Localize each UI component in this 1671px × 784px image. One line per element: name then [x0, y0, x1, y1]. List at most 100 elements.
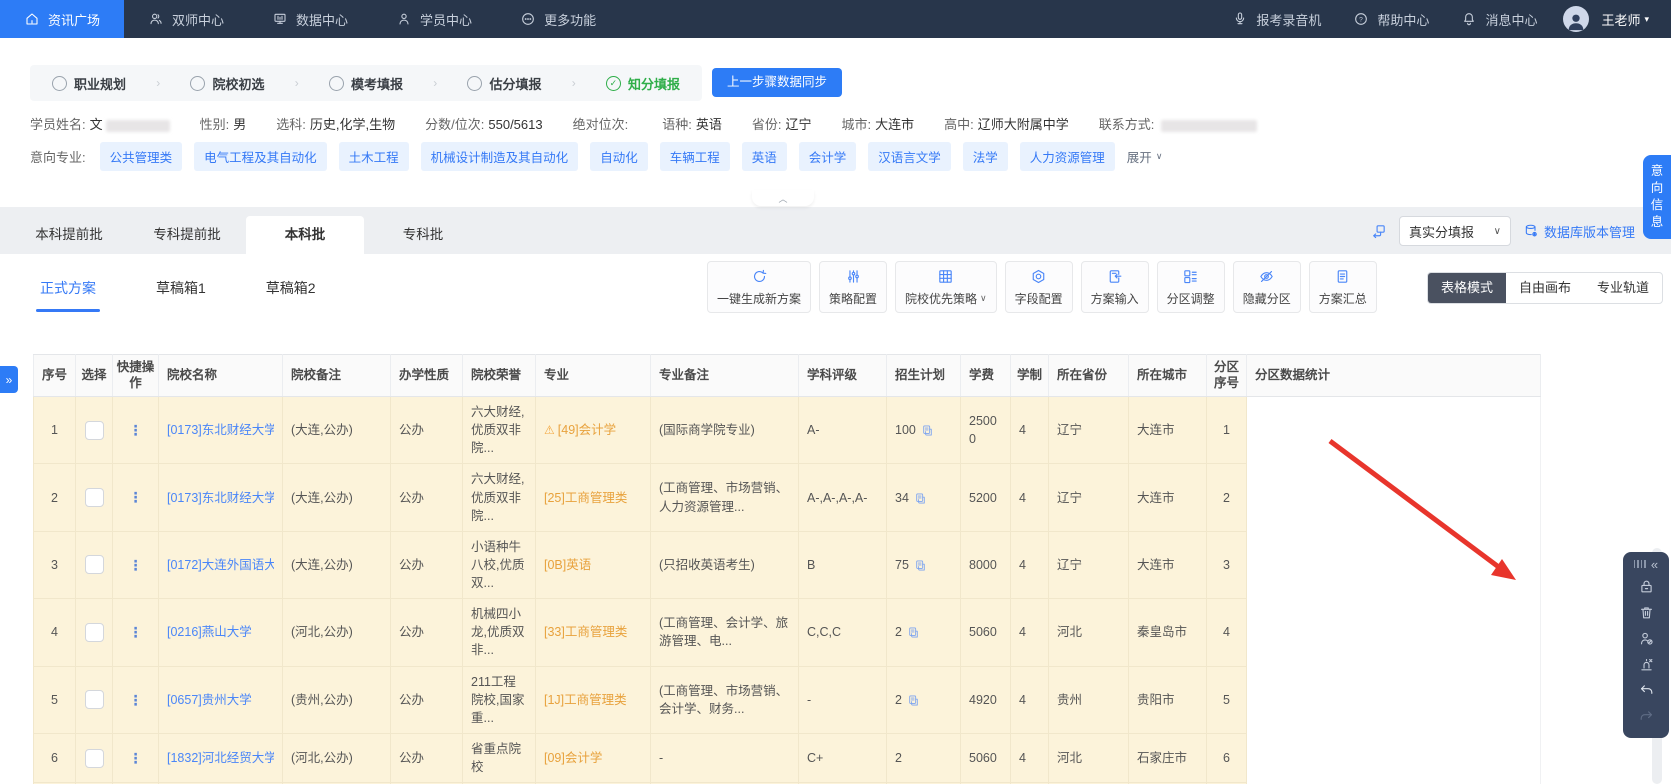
table-row: 5 ⋮ [0657]贵州大学 (贵州,公办) 公办 211工程院校,国家重...…: [33, 666, 1541, 734]
school-link[interactable]: [0173]东北财经大学: [167, 421, 274, 439]
school-link[interactable]: [0216]燕山大学: [167, 623, 274, 641]
sync-previous-step-button[interactable]: 上一步骤数据同步: [712, 68, 843, 97]
version-switch-icon[interactable]: [1370, 223, 1387, 240]
plan-detail-icon[interactable]: [907, 626, 920, 639]
plan-tab[interactable]: 正式方案: [36, 278, 100, 312]
step-career-planning[interactable]: 职业规划: [52, 74, 126, 93]
strategy-config-button[interactable]: 策略配置: [819, 261, 888, 313]
row-checkbox[interactable]: [84, 555, 104, 575]
hide-partition-button[interactable]: 隐藏分区: [1232, 261, 1301, 313]
plan-detail-icon[interactable]: [914, 492, 927, 505]
chevron-down-icon: ▾: [1644, 13, 1649, 24]
remove-user-button[interactable]: [1638, 625, 1655, 651]
view-mode-option[interactable]: 自由画布: [1506, 273, 1584, 303]
row-checkbox[interactable]: [84, 690, 104, 710]
row-actions-kebab[interactable]: ⋮: [129, 422, 143, 438]
mic-icon: [1236, 12, 1245, 25]
lock-button[interactable]: [1638, 573, 1655, 599]
plan-input-button[interactable]: 方案输入: [1080, 261, 1149, 313]
intent-info-tab[interactable]: 意向信息: [1643, 155, 1671, 239]
plan-summary-button[interactable]: 方案汇总: [1308, 261, 1377, 313]
row-actions-kebab[interactable]: ⋮: [129, 692, 143, 708]
major-tag[interactable]: 人力资源管理: [1019, 142, 1115, 171]
major-tag[interactable]: 机械设计制造及其自动化: [420, 142, 579, 171]
step-estimated-application[interactable]: 估分填报: [467, 74, 541, 93]
school-priority-strategy-button[interactable]: 院校优先策略 ∨: [895, 261, 997, 313]
nav-item-more[interactable]: 更多功能: [496, 0, 620, 38]
delete-button[interactable]: [1638, 599, 1655, 625]
major-tag[interactable]: 法学: [962, 142, 1008, 171]
view-mode-option[interactable]: 专业轨道: [1584, 273, 1662, 303]
generate-plan-button[interactable]: 一键生成新方案: [707, 261, 812, 313]
alarm-icon: [1640, 658, 1652, 670]
major-tag[interactable]: 英语: [741, 142, 787, 171]
nav-item-info-plaza[interactable]: 资讯广场: [0, 0, 125, 38]
batch-tab[interactable]: 专科批: [364, 216, 482, 254]
nav-item-dual-teacher[interactable]: 双师中心: [124, 0, 248, 38]
nav-item-recorder[interactable]: 报考录音机: [1216, 10, 1337, 29]
row-actions-kebab[interactable]: ⋮: [129, 557, 143, 573]
eye-off-icon: [1260, 270, 1273, 282]
batch-tab[interactable]: 本科批: [246, 216, 364, 254]
lock-icon: [1640, 580, 1652, 592]
plan-tab[interactable]: 草稿箱1: [156, 278, 206, 312]
step-school-preselect[interactable]: 院校初选: [190, 74, 265, 93]
row-seq: 4: [33, 598, 76, 667]
major-tag[interactable]: 车辆工程: [659, 142, 730, 171]
left-drawer-expand[interactable]: »: [0, 366, 18, 393]
major-link[interactable]: [49]会计学: [558, 423, 616, 437]
database-version-manage[interactable]: 数据库版本管理: [1523, 222, 1635, 241]
plan-detail-icon[interactable]: [921, 424, 934, 437]
batch-tab[interactable]: 专科提前批: [128, 216, 246, 254]
drag-handle[interactable]: [1633, 560, 1646, 568]
nav-item-student-center[interactable]: 学员中心: [372, 0, 496, 38]
row-actions-kebab[interactable]: ⋮: [129, 750, 143, 766]
batch-tab[interactable]: 本科提前批: [10, 216, 128, 254]
major-tag[interactable]: 电气工程及其自动化: [194, 142, 327, 171]
redo-button[interactable]: [1638, 703, 1655, 729]
school-link[interactable]: [0657]贵州大学: [167, 691, 274, 709]
plan-detail-icon[interactable]: [907, 694, 920, 707]
row-actions-kebab[interactable]: ⋮: [129, 489, 143, 505]
row-actions-kebab[interactable]: ⋮: [129, 624, 143, 640]
major-tag[interactable]: 汉语言文学: [868, 142, 951, 171]
nav-item-data-center[interactable]: 数据中心: [248, 0, 372, 38]
school-link[interactable]: [0172]大连外国语大...: [167, 556, 274, 574]
user-menu[interactable]: 王老师 ▾: [1553, 6, 1671, 32]
view-mode-option[interactable]: 表格模式: [1428, 273, 1507, 303]
undo-button[interactable]: [1638, 677, 1655, 703]
header-collapse-handle[interactable]: ︿: [752, 190, 814, 206]
nav-item-help-center[interactable]: ? 帮助中心: [1337, 10, 1445, 29]
double-chevron-left-icon[interactable]: «: [1651, 558, 1658, 571]
major-link[interactable]: [09]会计学: [544, 751, 602, 765]
subject-rating: A-,A-,A-,A-: [798, 463, 887, 532]
major-link[interactable]: [1J]工商管理类: [544, 693, 627, 707]
alert-button[interactable]: [1638, 651, 1655, 677]
major-link[interactable]: [33]工商管理类: [544, 625, 627, 639]
row-checkbox[interactable]: [84, 420, 104, 440]
step-mock-application[interactable]: 模考填报: [328, 74, 403, 93]
major-tag[interactable]: 公共管理类: [99, 142, 183, 171]
major-tag[interactable]: 自动化: [590, 142, 648, 171]
school-link[interactable]: [1832]河北经贸大学: [167, 749, 274, 767]
plan-detail-icon[interactable]: [914, 559, 927, 572]
row-checkbox[interactable]: [84, 488, 104, 508]
school-honor: 小语种牛八校,优质双...: [462, 531, 536, 600]
expand-toggle[interactable]: 展开 ∨: [1127, 147, 1163, 166]
step-known-score-application[interactable]: ✓ 知分填报: [605, 74, 680, 93]
major-link[interactable]: [25]工商管理类: [544, 491, 627, 505]
row-checkbox[interactable]: [84, 622, 104, 642]
row-checkbox[interactable]: [84, 748, 104, 768]
field-config-button[interactable]: 字段配置: [1004, 261, 1073, 313]
major-link[interactable]: [0B]英语: [544, 558, 591, 572]
school-link[interactable]: [0173]东北财经大学: [167, 489, 274, 507]
major-tag[interactable]: 土木工程: [338, 142, 409, 171]
fill-mode-select[interactable]: 真实分填报 ∨: [1398, 216, 1511, 246]
doc-summary-icon: [1337, 269, 1348, 283]
nav-label: 消息中心: [1485, 12, 1538, 28]
nav-item-message-center[interactable]: 消息中心: [1445, 10, 1553, 29]
partition-adjust-button[interactable]: 分区调整: [1156, 261, 1225, 313]
chevron-up-icon: ︿: [778, 193, 788, 204]
major-tag[interactable]: 会计学: [798, 142, 857, 171]
plan-tab[interactable]: 草稿箱2: [266, 278, 316, 312]
